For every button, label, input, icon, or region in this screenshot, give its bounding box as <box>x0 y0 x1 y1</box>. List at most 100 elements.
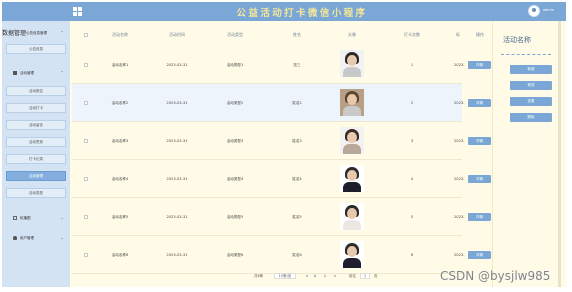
cell-truncated-date: 2023- <box>454 215 465 219</box>
cell-activity-type: 活动类型1 <box>226 63 244 67</box>
prev-page-button[interactable]: < <box>304 273 310 279</box>
chevron-down-icon: ⌄ <box>60 215 64 220</box>
avatar-photo <box>340 203 364 230</box>
cell-checkin-count: 4 <box>410 177 414 181</box>
th-action: 操作 <box>476 32 484 37</box>
row-checkbox[interactable] <box>84 63 88 67</box>
row-checkbox[interactable] <box>84 101 88 105</box>
row-checkbox[interactable] <box>84 253 88 257</box>
app-title: 公益活动打卡微信小程序 <box>236 8 368 19</box>
cell-checkin-count: 2 <box>410 101 414 105</box>
row-checkbox[interactable] <box>84 215 88 219</box>
cell-person-name: 张三 <box>293 63 301 67</box>
th-activity-date: 活动时间 <box>169 32 185 37</box>
panel-title: 活动名称 <box>503 36 531 44</box>
view-button[interactable]: 查看 <box>510 97 552 106</box>
cell-activity-name: 活动名称1 <box>111 63 129 67</box>
next-page-button[interactable]: > <box>332 273 338 279</box>
sidebar-group-users[interactable]: 用户管理 ⌄ <box>2 233 70 243</box>
cell-person-name: 姓名4 <box>292 177 302 181</box>
edit-button[interactable]: 修改 <box>510 81 552 90</box>
cell-activity-name: 活动名称6 <box>111 253 129 257</box>
grid-icon <box>13 71 17 75</box>
sidebar-group-carousel[interactable]: 轮播图 ⌄ <box>2 213 70 223</box>
detail-button[interactable]: 详情 <box>468 175 491 183</box>
sidebar-item-label: 活动签到 <box>29 139 43 144</box>
sidebar-group-label: 用户管理 <box>20 235 34 240</box>
cell-activity-date: 2023-03-31 <box>166 101 188 105</box>
cell-checkin-count: 5 <box>410 215 414 219</box>
avatar-photo <box>340 50 364 77</box>
row-checkbox[interactable] <box>84 139 88 143</box>
goto-page-input[interactable]: 1 <box>360 273 370 279</box>
cell-activity-date: 2023-03-31 <box>166 177 188 181</box>
cell-activity-type: 活动类型2 <box>226 101 244 105</box>
sidebar-item-label: 活动管理 <box>29 173 43 178</box>
th-checkin-count: 打卡次数 <box>404 32 420 37</box>
sidebar-item-message[interactable]: 活动留言 <box>6 120 66 130</box>
delete-button[interactable]: 删除 <box>510 113 552 122</box>
th-avatar: 头像 <box>348 32 356 37</box>
page-size-select[interactable]: 10条/页 <box>274 273 296 279</box>
cell-truncated-date: 2023- <box>454 139 465 143</box>
cell-checkin-count: 1 <box>410 63 414 67</box>
cell-person-name: 姓名6 <box>292 253 302 257</box>
sidebar-group-label: 活动管理 <box>20 70 34 75</box>
sidebar-item-label: 活动报名 <box>29 88 43 93</box>
vertical-scrollbar[interactable] <box>558 21 561 287</box>
user-avatar[interactable] <box>528 5 540 17</box>
goto-label: 前往 <box>349 274 356 278</box>
row-checkbox[interactable] <box>84 177 88 181</box>
cell-activity-name: 活动名称4 <box>111 177 129 181</box>
cell-activity-name: 活动名称5 <box>111 215 129 219</box>
sidebar-item-activity[interactable]: 活动管理 <box>6 171 66 181</box>
menu-toggle-icon[interactable] <box>73 7 82 16</box>
sidebar-item-checkin[interactable]: 活动打卡 <box>6 103 66 113</box>
chevron-down-icon: ⌄ <box>60 235 64 240</box>
sidebar-group-label: 轮播图 <box>20 215 31 220</box>
cell-checkin-count: 6 <box>410 253 414 257</box>
sidebar-item-signup[interactable]: 活动报名 <box>6 86 66 96</box>
th-activity-type: 活动类型 <box>227 32 243 37</box>
sidebar-group-activity[interactable]: 活动管理 ⌃ <box>2 68 70 78</box>
detail-button[interactable]: 详情 <box>468 137 491 145</box>
select-all-checkbox[interactable] <box>84 33 88 37</box>
cell-truncated-date: 2023- <box>454 63 465 67</box>
app-frame: 系统首页 数据管理 公告信息管理 ⌃ 公告信息 活动管理 ⌃ 活动报名 活动打卡… <box>2 2 566 287</box>
sidebar-item-label: 活动留言 <box>29 122 43 127</box>
cell-activity-date: 2023-03-31 <box>166 139 188 143</box>
sidebar-item-notice[interactable]: 公告信息 <box>6 44 66 54</box>
sidebar-item-activity-type[interactable]: 活动类型 <box>6 188 66 198</box>
cell-person-name: 姓名2 <box>292 101 302 105</box>
cell-checkin-count: 3 <box>410 139 414 143</box>
pagination-total: 共6条 <box>254 274 264 278</box>
username-label[interactable]: admin <box>543 8 554 12</box>
person-icon <box>13 236 17 240</box>
chevron-up-icon: ⌃ <box>60 30 64 35</box>
page-2-button[interactable]: 2 <box>322 273 328 279</box>
cell-activity-type: 活动类型6 <box>226 253 244 257</box>
detail-button[interactable]: 详情 <box>468 251 491 259</box>
page-1-button[interactable]: 1 <box>312 273 318 279</box>
detail-button[interactable]: 详情 <box>468 61 491 69</box>
cell-activity-date: 2023-03-31 <box>166 215 188 219</box>
cell-activity-type: 活动类型4 <box>226 177 244 181</box>
th-activity-name: 活动名称 <box>112 32 128 37</box>
cell-activity-name: 活动名称3 <box>111 139 129 143</box>
th-truncated: 标 <box>456 32 460 37</box>
detail-button[interactable]: 详情 <box>468 99 491 107</box>
chevron-up-icon: ⌃ <box>60 70 64 75</box>
cell-truncated-date: 2023- <box>454 253 465 257</box>
sidebar-group-notice[interactable]: 公告信息管理 ⌃ <box>2 28 70 38</box>
sidebar-item-label: 公告信息 <box>29 46 43 51</box>
sidebar-group-label: 公告信息管理 <box>26 30 47 35</box>
sidebar-item-records[interactable]: 打卡记录 <box>6 154 66 164</box>
sidebar-item-label: 活动打卡 <box>29 105 43 110</box>
cell-activity-name: 活动名称2 <box>111 101 129 105</box>
sidebar-item-signin[interactable]: 活动签到 <box>6 137 66 147</box>
cell-person-name: 姓名3 <box>292 139 302 143</box>
add-button[interactable]: 新增 <box>510 65 552 74</box>
watermark-text: CSDN @bysjlw985 <box>440 269 551 283</box>
detail-button[interactable]: 详情 <box>468 213 491 221</box>
cell-activity-date: 2023-03-31 <box>166 253 188 257</box>
